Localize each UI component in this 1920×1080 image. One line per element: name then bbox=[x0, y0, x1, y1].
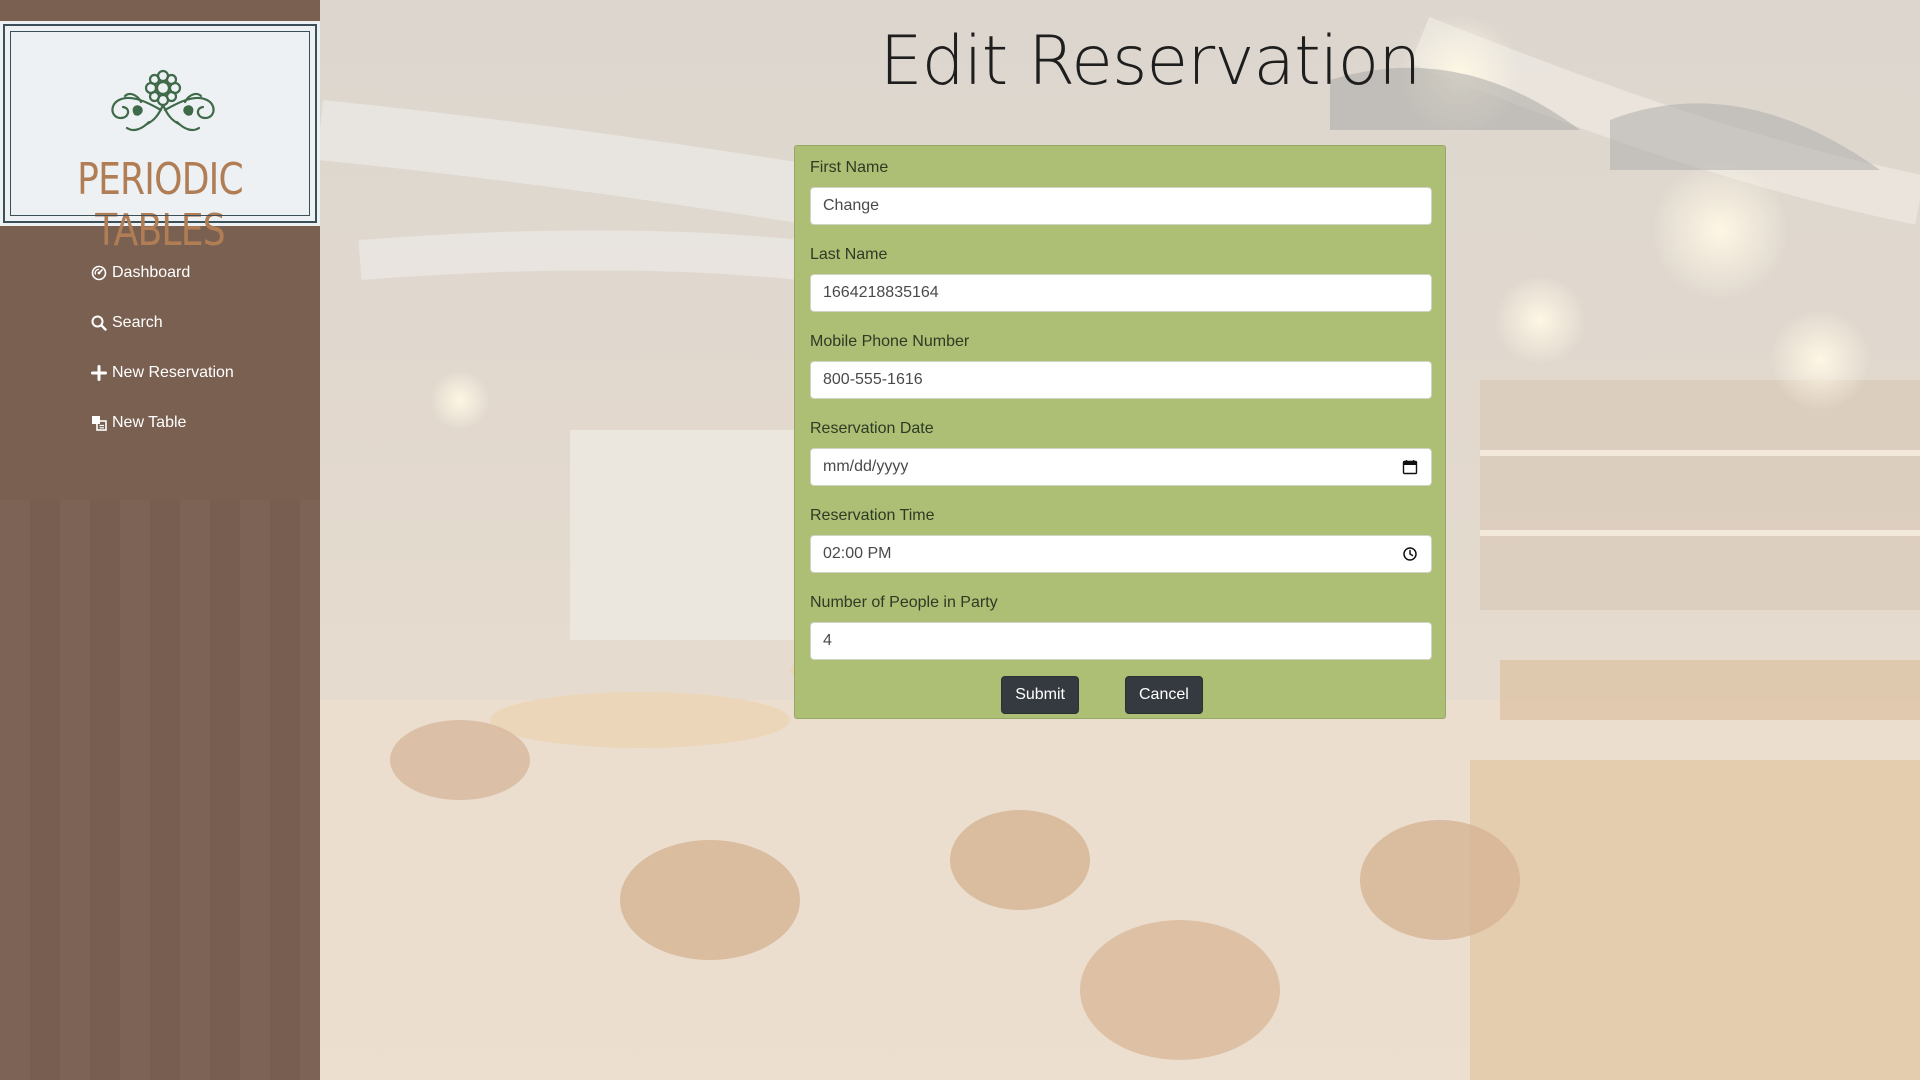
first-name-field[interactable] bbox=[810, 187, 1432, 225]
sidebar: PERIODIC TABLES Dashboard Search New Res… bbox=[0, 0, 320, 1080]
reservation-date-label: Reservation Date bbox=[810, 420, 934, 437]
flower-ornament-icon bbox=[111, 69, 215, 132]
sidebar-item-label: Search bbox=[112, 314, 163, 331]
app-root: PERIODIC TABLES Dashboard Search New Res… bbox=[0, 0, 1920, 1080]
reservation-time-label: Reservation Time bbox=[810, 507, 935, 524]
new-table-icon bbox=[90, 414, 108, 432]
sidebar-item-dashboard[interactable]: Dashboard bbox=[90, 248, 234, 298]
dashboard-icon bbox=[90, 264, 108, 282]
sidebar-item-label: New Table bbox=[112, 414, 187, 431]
search-icon bbox=[90, 314, 108, 332]
mobile-phone-label: Mobile Phone Number bbox=[810, 333, 970, 350]
last-name-input[interactable] bbox=[823, 284, 1419, 302]
form-actions: Submit Cancel bbox=[810, 676, 1430, 714]
sidebar-item-new-reservation[interactable]: New Reservation bbox=[90, 348, 234, 398]
brand-logo[interactable]: PERIODIC TABLES bbox=[0, 21, 320, 256]
reservation-date-field[interactable]: mm/dd/yyyy bbox=[810, 448, 1432, 486]
mobile-phone-input[interactable] bbox=[823, 371, 1419, 389]
first-name-label: First Name bbox=[810, 159, 889, 176]
page-title: Edit Reservation bbox=[879, 22, 1422, 101]
calendar-icon[interactable] bbox=[1401, 458, 1419, 476]
party-size-field[interactable] bbox=[810, 622, 1432, 660]
brand-logo-text: PERIODIC TABLES bbox=[77, 154, 244, 256]
cancel-button[interactable]: Cancel bbox=[1124, 676, 1203, 714]
reservation-time-value[interactable]: 02:00 PM bbox=[823, 545, 891, 563]
sidebar-item-label: Dashboard bbox=[112, 264, 191, 281]
edit-reservation-form: First Name Last Name Mobile Phone Number… bbox=[794, 145, 1446, 719]
sidebar-item-new-table[interactable]: New Table bbox=[90, 398, 234, 448]
submit-button[interactable]: Submit bbox=[1001, 676, 1079, 714]
sidebar-background-texture bbox=[0, 500, 320, 1080]
last-name-label: Last Name bbox=[810, 246, 888, 263]
party-size-label: Number of People in Party bbox=[810, 594, 998, 611]
reservation-time-field[interactable]: 02:00 PM bbox=[810, 535, 1432, 573]
main-content: Edit Reservation First Name Last Name Mo… bbox=[320, 0, 1920, 1080]
sidebar-item-label: New Reservation bbox=[112, 364, 234, 381]
mobile-phone-field[interactable] bbox=[810, 361, 1432, 399]
sidebar-nav: Dashboard Search New Reservation New Tab… bbox=[90, 248, 234, 448]
reservation-date-value[interactable]: mm/dd/yyyy bbox=[823, 458, 908, 476]
plus-icon bbox=[90, 364, 108, 382]
party-size-input[interactable] bbox=[823, 632, 1419, 650]
clock-icon[interactable] bbox=[1401, 545, 1419, 563]
sidebar-item-search[interactable]: Search bbox=[90, 298, 234, 348]
first-name-input[interactable] bbox=[823, 197, 1419, 215]
last-name-field[interactable] bbox=[810, 274, 1432, 312]
